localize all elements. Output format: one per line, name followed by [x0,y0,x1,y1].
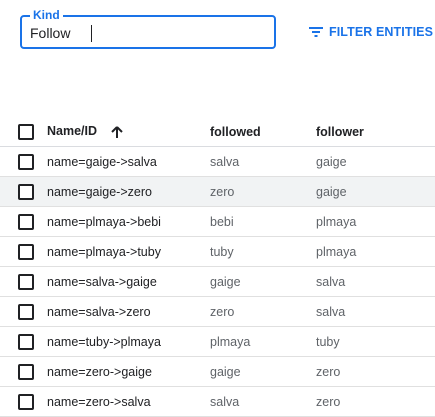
name-id-cell[interactable]: name=salva->zero [47,297,210,327]
row-select-cell [0,237,47,267]
table-row[interactable]: name=tuby->plmaya plmaya tuby [0,327,435,357]
name-id-cell[interactable]: name=gaige->salva [47,147,210,177]
name-id-cell[interactable]: name=plmaya->bebi [47,207,210,237]
follower-cell: salva [316,304,346,319]
row-select-cell [0,327,47,357]
row-checkbox[interactable] [18,183,34,200]
follower-cell: salva [316,274,346,289]
row-checkbox[interactable] [18,363,34,380]
filter-entities-label: FILTER ENTITIES [329,25,434,39]
followed-cell: salva [210,394,240,409]
followed-cell: zero [210,184,235,199]
table-row[interactable]: name=zero->salva salva zero [0,387,435,417]
row-select-cell [0,357,47,387]
kind-field[interactable]: Kind [20,8,276,49]
row-select-cell [0,177,47,207]
table-header-row: Name/ID followed follower [0,117,435,147]
select-all-cell [0,117,47,147]
table-row[interactable]: name=plmaya->bebi bebi plmaya [0,207,435,237]
arrow-up-icon[interactable] [110,125,123,139]
follower-cell: gaige [316,154,347,169]
follower-cell: plmaya [316,214,357,229]
table-row[interactable]: name=salva->gaige gaige salva [0,267,435,297]
select-all-checkbox[interactable] [18,123,34,140]
kind-input[interactable] [30,23,260,43]
column-header-followed[interactable]: followed [210,117,316,147]
followed-cell: tuby [210,244,234,259]
follower-cell: plmaya [316,244,357,259]
row-checkbox[interactable] [18,153,34,170]
name-id-cell[interactable]: name=zero->gaige [47,357,210,387]
row-checkbox[interactable] [18,273,34,290]
column-header-name-id-label: Name/ID [47,124,98,139]
name-id-cell[interactable]: name=salva->gaige [47,267,210,297]
row-select-cell [0,207,47,237]
table-row[interactable]: name=plmaya->tuby tuby plmaya [0,237,435,267]
row-select-cell [0,147,47,177]
kind-label: Kind [30,8,63,22]
row-checkbox[interactable] [18,333,34,350]
follower-cell: tuby [316,334,340,349]
row-select-cell [0,387,47,417]
table-row[interactable]: name=zero->gaige gaige zero [0,357,435,387]
entities-table: Name/ID followed follower name=gaige->sa… [0,117,435,417]
table-row[interactable]: name=salva->zero zero salva [0,297,435,327]
followed-cell: plmaya [210,334,251,349]
follower-cell: zero [316,364,341,379]
text-caret [91,25,92,42]
row-select-cell [0,267,47,297]
follower-cell: gaige [316,184,347,199]
filter-list-icon [309,27,323,37]
name-id-cell[interactable]: name=gaige->zero [47,177,210,207]
followed-cell: salva [210,154,240,169]
name-id-cell[interactable]: name=tuby->plmaya [47,327,210,357]
row-checkbox[interactable] [18,243,34,260]
row-select-cell [0,297,47,327]
name-id-cell[interactable]: name=plmaya->tuby [47,237,210,267]
followed-cell: zero [210,304,235,319]
followed-cell: gaige [210,274,241,289]
table-row[interactable]: name=gaige->salva salva gaige [0,147,435,177]
table-row[interactable]: name=gaige->zero zero gaige [0,176,435,207]
followed-cell: gaige [210,364,241,379]
filter-entities-button[interactable]: FILTER ENTITIES [309,22,433,42]
followed-cell: bebi [210,214,234,229]
row-checkbox[interactable] [18,303,34,320]
column-header-follower[interactable]: follower [316,117,435,147]
follower-cell: zero [316,394,341,409]
row-checkbox[interactable] [18,213,34,230]
column-header-name-id[interactable]: Name/ID [47,117,210,147]
row-checkbox[interactable] [18,393,34,410]
name-id-cell[interactable]: name=zero->salva [47,387,210,417]
